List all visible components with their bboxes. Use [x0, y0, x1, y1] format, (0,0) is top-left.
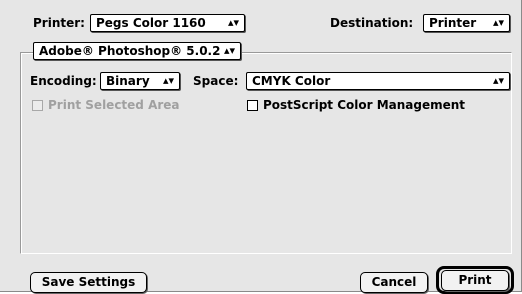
print-label: Print: [458, 273, 492, 287]
print-selected-area-label: Print Selected Area: [48, 98, 180, 112]
popup-arrows-icon: ▴▾: [492, 16, 504, 29]
printer-popup[interactable]: Pegs Color 1160 ▴▾: [90, 14, 245, 32]
encoding-value: Binary: [106, 74, 150, 88]
panel-selector-popup[interactable]: Adobe® Photoshop® 5.0.2 ▴▾: [33, 42, 241, 60]
popup-arrows-icon: ▴▾: [492, 74, 504, 87]
space-popup[interactable]: CMYK Color ▴▾: [246, 72, 510, 90]
destination-popup[interactable]: Printer ▴▾: [423, 14, 510, 32]
save-settings-label: Save Settings: [41, 275, 136, 289]
printer-label: Printer:: [33, 16, 85, 30]
print-dialog: Printer: Pegs Color 1160 ▴▾ Destination:…: [0, 0, 522, 294]
destination-value: Printer: [429, 16, 477, 30]
cancel-label: Cancel: [371, 275, 417, 289]
print-button[interactable]: Print: [441, 270, 509, 291]
printer-value: Pegs Color 1160: [96, 16, 206, 30]
postscript-color-management-checkbox[interactable]: [247, 100, 258, 111]
print-selected-area-checkbox[interactable]: [32, 100, 43, 111]
postscript-color-management-label: PostScript Color Management: [263, 98, 466, 112]
encoding-popup[interactable]: Binary ▴▾: [100, 72, 180, 90]
destination-label: Destination:: [330, 16, 414, 30]
popup-arrows-icon: ▴▾: [227, 16, 239, 29]
save-settings-button[interactable]: Save Settings: [30, 272, 147, 293]
popup-arrows-icon: ▴▾: [162, 74, 174, 87]
cancel-button[interactable]: Cancel: [360, 272, 428, 293]
space-label: Space:: [193, 74, 239, 88]
space-value: CMYK Color: [252, 74, 331, 88]
encoding-label: Encoding:: [30, 74, 97, 88]
popup-arrows-icon: ▴▾: [223, 44, 235, 57]
panel-selector-value: Adobe® Photoshop® 5.0.2: [39, 44, 221, 58]
